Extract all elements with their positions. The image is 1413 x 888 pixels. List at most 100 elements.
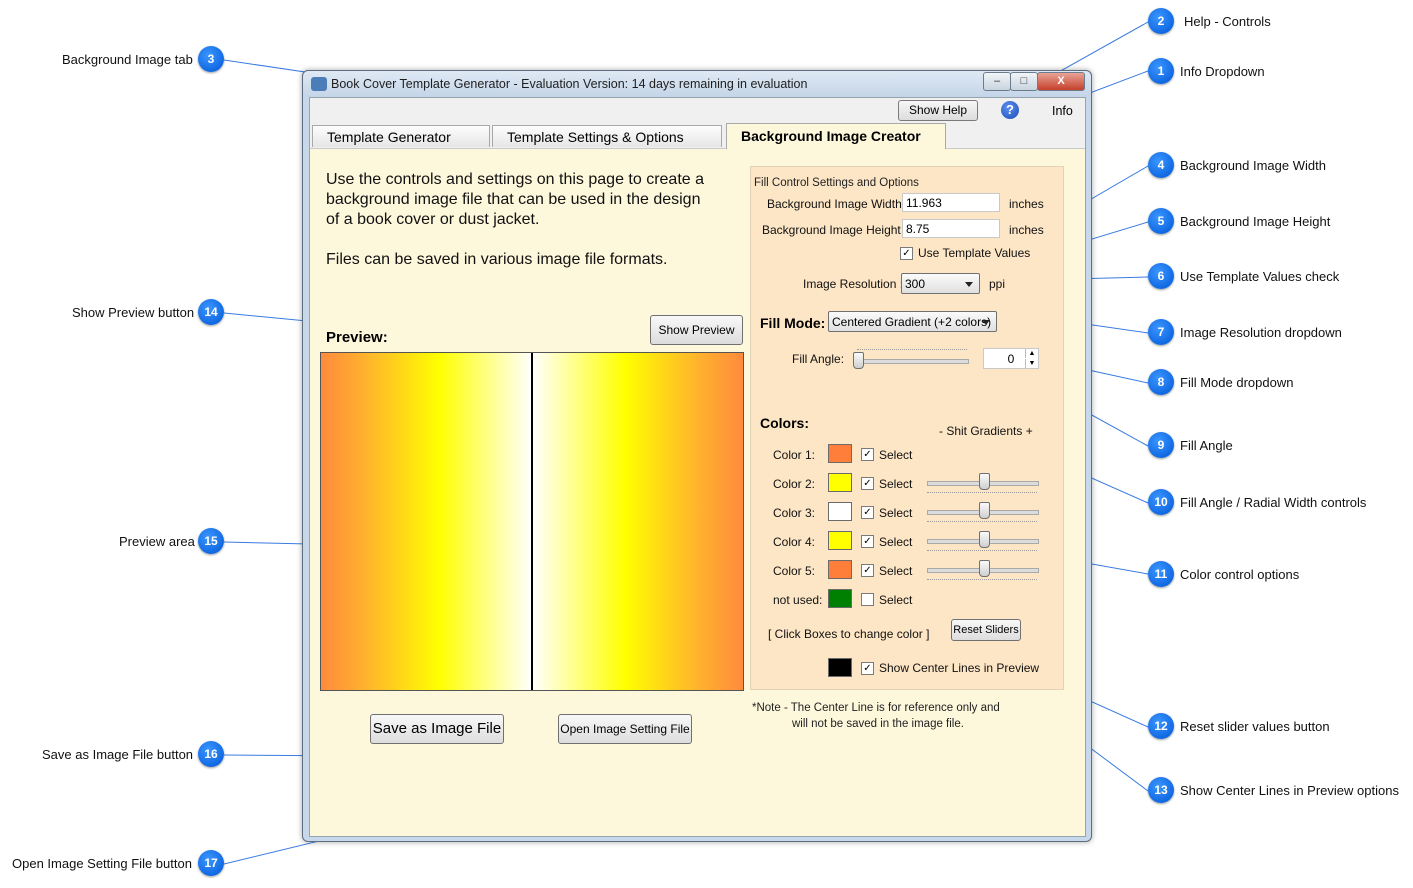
resolution-dropdown[interactable]: 300 [901, 273, 980, 294]
width-label: Background Image Width : [767, 197, 909, 211]
center-lines-checkbox[interactable]: ✓ [861, 662, 874, 675]
colors-heading: Colors: [760, 415, 809, 431]
width-unit: inches [1009, 197, 1044, 211]
callout-label: Show Preview button [72, 305, 195, 320]
maximize-button[interactable]: □ [1010, 72, 1038, 91]
use-template-checkbox[interactable]: ✓ [900, 247, 913, 260]
show-preview-button[interactable]: Show Preview [650, 315, 743, 345]
color-4-swatch[interactable] [828, 531, 852, 550]
callout-badge: 2 [1148, 8, 1174, 34]
resolution-value: 300 [905, 277, 926, 291]
callout-badge: 6 [1148, 263, 1174, 289]
help-icon[interactable]: ? [1001, 101, 1019, 119]
center-line-note: *Note - The Center Line is for reference… [752, 700, 1000, 732]
resolution-label: Image Resolution : [803, 277, 904, 291]
not-used-swatch[interactable] [828, 589, 852, 608]
shift-slider-2-ticks [927, 492, 1037, 496]
show-help-button[interactable]: Show Help [898, 100, 978, 121]
callout-label: Use Template Values check [1180, 269, 1340, 284]
tab-background-image-creator[interactable]: Background Image Creator [726, 123, 946, 149]
color-2-swatch[interactable] [828, 473, 852, 492]
color-3-checkbox[interactable]: ✓ [861, 506, 874, 519]
callout-label: Preview area [119, 534, 195, 549]
callout-badge: 4 [1148, 152, 1174, 178]
shift-slider-4-ticks [927, 550, 1037, 554]
callout-badge: 5 [1148, 208, 1174, 234]
color-3-select-label: Select [879, 506, 913, 520]
fill-group-title: Fill Control Settings and Options [754, 177, 919, 189]
shift-slider-5-thumb[interactable] [979, 560, 990, 577]
shift-slider-5-ticks [927, 579, 1037, 583]
tab-template-generator[interactable]: Template Generator [312, 125, 490, 147]
color-4-label: Color 4: [773, 535, 816, 549]
callout-badge: 17 [198, 850, 224, 876]
chevron-down-icon [982, 320, 990, 325]
fill-control-panel: Fill Control Settings and Options Backgr… [750, 166, 1064, 690]
note-line: *Note - The Center Line is for reference… [752, 702, 1000, 714]
width-input[interactable]: 11.963 [902, 193, 1000, 212]
callout-label: Background Image tab [62, 52, 193, 67]
fill-angle-label: Fill Angle: [792, 352, 845, 366]
shift-slider-3-ticks [927, 521, 1037, 525]
note-line: will not be saved in the image file. [792, 718, 964, 730]
not-used-checkbox[interactable] [861, 593, 874, 606]
fill-angle-slider[interactable] [857, 359, 969, 364]
shift-slider-4-thumb[interactable] [979, 531, 990, 548]
title-bar[interactable]: Book Cover Template Generator - Evaluati… [303, 71, 1091, 97]
not-used-label: not used: [773, 593, 823, 607]
save-image-file-button[interactable]: Save as Image File [370, 714, 504, 744]
color-2-checkbox[interactable]: ✓ [861, 477, 874, 490]
height-unit: inches [1009, 223, 1044, 237]
callout-label: Help - Controls [1184, 14, 1271, 29]
height-label: Background Image Height : [762, 223, 908, 237]
color-5-select-label: Select [879, 564, 913, 578]
intro-line: Use the controls and settings on this pa… [326, 171, 705, 188]
fill-mode-dropdown[interactable]: Centered Gradient (+2 colors) [828, 311, 997, 332]
callout-label: Save as Image File button [42, 747, 194, 762]
shift-slider-2-thumb[interactable] [979, 473, 990, 490]
callout-badge: 11 [1148, 561, 1174, 587]
color-3-swatch[interactable] [828, 502, 852, 521]
spin-down-icon[interactable]: ▼ [1025, 359, 1038, 368]
fill-angle-slider-thumb[interactable] [853, 352, 864, 369]
chevron-down-icon [965, 282, 973, 287]
open-image-setting-file-button[interactable]: Open Image Setting File [558, 714, 692, 744]
spin-up-icon[interactable]: ▲ [1025, 349, 1038, 358]
color-4-checkbox[interactable]: ✓ [861, 535, 874, 548]
preview-heading: Preview: [326, 329, 388, 346]
height-input[interactable]: 8.75 [902, 219, 1000, 238]
close-button[interactable]: X [1037, 72, 1085, 91]
color-1-select-label: Select [879, 448, 913, 462]
center-lines-label: Show Center Lines in Preview [879, 661, 1040, 675]
app-icon [311, 77, 327, 91]
color-1-swatch[interactable] [828, 444, 852, 463]
preview-area [320, 352, 744, 691]
color-5-swatch[interactable] [828, 560, 852, 579]
color-3-label: Color 3: [773, 506, 816, 520]
tab-template-settings[interactable]: Template Settings & Options [492, 125, 722, 147]
callout-badge: 15 [198, 528, 224, 554]
callout-label: Fill Angle [1180, 438, 1233, 453]
info-dropdown[interactable]: Info [1052, 104, 1073, 118]
window-title: Book Cover Template Generator - Evaluati… [331, 77, 808, 91]
color-1-checkbox[interactable]: ✓ [861, 448, 874, 461]
callout-badge: 8 [1148, 369, 1174, 395]
callout-badge: 9 [1148, 432, 1174, 458]
callout-badge: 12 [1148, 713, 1174, 739]
color-5-label: Color 5: [773, 564, 816, 578]
minimize-button[interactable]: – [983, 72, 1011, 91]
center-line-color-swatch[interactable] [828, 658, 852, 677]
shift-gradients-label: - Shit Gradients + [939, 424, 1033, 438]
color-5-checkbox[interactable]: ✓ [861, 564, 874, 577]
intro-line: of a book cover or dust jacket. [326, 211, 540, 228]
use-template-label: Use Template Values [918, 246, 1031, 260]
fill-mode-label: Fill Mode: [760, 315, 826, 331]
reset-sliders-button[interactable]: Reset Sliders [951, 619, 1021, 641]
preview-center-line [531, 353, 533, 690]
client-area: Show Help ? Info Template Generator Temp… [309, 97, 1086, 837]
intro-text: Use the controls and settings on this pa… [326, 170, 726, 270]
callout-badge: 1 [1148, 58, 1174, 84]
fill-angle-ticks [857, 349, 967, 353]
shift-slider-3-thumb[interactable] [979, 502, 990, 519]
callout-badge: 3 [198, 46, 224, 72]
